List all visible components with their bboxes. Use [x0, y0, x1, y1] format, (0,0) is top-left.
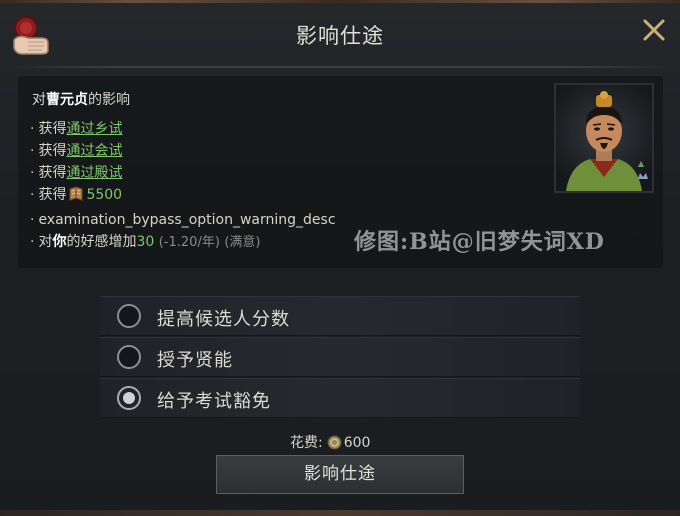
cost-value: 600: [343, 435, 371, 451]
opinion-prefix: 对: [38, 234, 53, 250]
effect-prefix: 获得: [38, 165, 67, 181]
warning-desc: examination_bypass_option_warning_desc: [38, 212, 336, 228]
character-portrait[interactable]: [554, 83, 654, 193]
option-label: 提高候选人分数: [157, 309, 290, 330]
cost-display: 花费: 600: [290, 432, 370, 454]
bottom-ornament: [0, 510, 680, 516]
top-ornament: [0, 0, 680, 3]
coin-icon: [327, 435, 342, 454]
trait-link-xiangshi[interactable]: 通过乡试: [66, 121, 122, 137]
title-divider: [10, 66, 670, 68]
list-item: · 获得 5500: [30, 184, 336, 209]
radio-button[interactable]: [117, 345, 141, 369]
close-button[interactable]: [638, 14, 670, 46]
close-icon: [643, 19, 665, 41]
list-item: · 获得通过会试: [30, 143, 123, 159]
learning-value: 5500: [86, 187, 123, 203]
watermark-text: 修图:B站@旧梦失词XD: [354, 229, 605, 255]
effect-list: · 获得通过乡试 · 获得通过会试 · 获得通过殿试 · 获得 5500 · examina…: [30, 118, 336, 254]
heading-suffix: 的影响: [88, 92, 130, 108]
radio-button-selected[interactable]: [117, 386, 141, 410]
effect-prefix: 获得: [38, 121, 67, 137]
character-name[interactable]: 曹元贞: [46, 92, 88, 108]
list-item: · 获得通过乡试: [30, 121, 123, 137]
list-item: · 获得通过殿试: [30, 165, 123, 181]
trait-link-dianshi[interactable]: 通过殿试: [66, 165, 122, 181]
list-item: · 对你的好感增加30 (-1.20/年) (满意): [30, 234, 261, 250]
dialog-title: 影响仕途: [296, 24, 384, 48]
cost-label: 花费:: [290, 435, 323, 451]
option-exam-exemption[interactable]: 给予考试豁免: [100, 378, 580, 418]
opinion-value: 30: [136, 234, 155, 250]
list-item: · examination_bypass_option_warning_desc: [30, 212, 336, 228]
portrait-image: [566, 91, 648, 191]
option-grant-merit[interactable]: 授予贤能: [100, 337, 580, 377]
heading-prefix: 对: [32, 92, 46, 108]
option-list: 提高候选人分数 授予贤能 给予考试豁免: [100, 296, 580, 419]
opinion-text: 的好感增加: [66, 234, 137, 250]
opinion-target: 你: [52, 234, 67, 250]
opinion-status: (满意): [224, 235, 261, 250]
option-raise-score[interactable]: 提高候选人分数: [100, 296, 580, 336]
book-icon: [68, 186, 84, 209]
opinion-rate: (-1.20/年): [158, 235, 220, 250]
trait-link-huishi[interactable]: 通过会试: [66, 143, 122, 159]
option-label: 授予贤能: [157, 350, 233, 371]
effect-heading: 对曹元贞的影响: [32, 89, 130, 109]
effect-prefix: 获得: [38, 143, 67, 159]
effect-prefix: 获得: [38, 187, 67, 203]
option-label: 给予考试豁免: [157, 391, 271, 412]
confirm-button[interactable]: 影响仕途: [216, 455, 464, 494]
radio-button[interactable]: [117, 304, 141, 328]
